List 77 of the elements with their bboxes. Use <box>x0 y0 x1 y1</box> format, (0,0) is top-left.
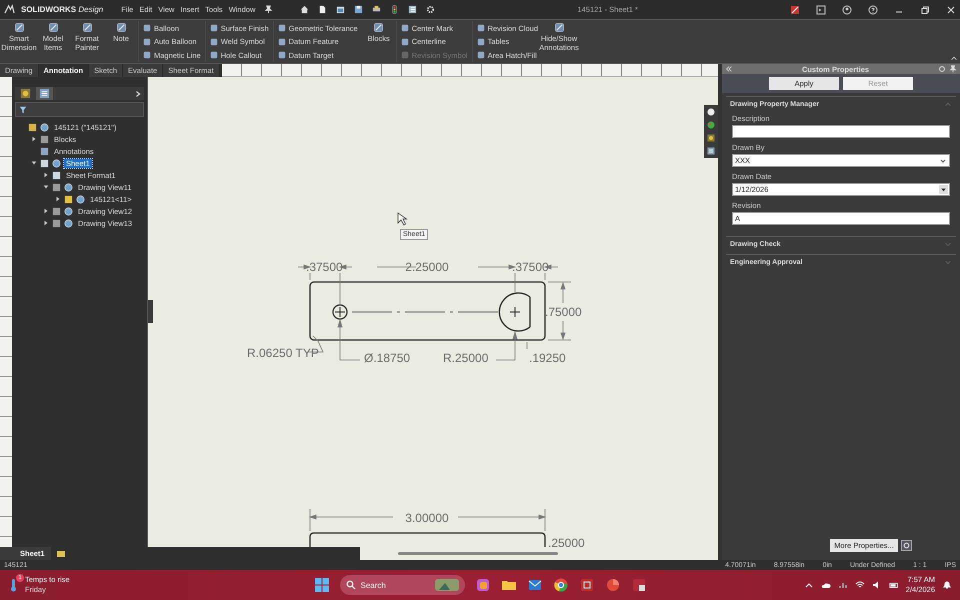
network-icon[interactable] <box>838 580 848 590</box>
chevron-right-icon[interactable] <box>134 90 142 98</box>
expander-icon[interactable] <box>43 208 49 214</box>
toolbar-icon <box>116 22 126 33</box>
windows-start-icon[interactable] <box>314 577 330 593</box>
app-icon[interactable] <box>474 577 490 593</box>
list-icon[interactable] <box>408 5 418 14</box>
wifi-icon[interactable] <box>854 580 865 590</box>
expander-icon[interactable] <box>31 136 37 142</box>
text-field[interactable] <box>732 125 950 138</box>
restore-icon[interactable] <box>920 4 930 14</box>
calendar-dropdown-icon[interactable] <box>939 185 948 194</box>
dimension-text: Ø.18750 <box>364 351 410 365</box>
help-icon[interactable] <box>868 4 878 14</box>
expander-icon[interactable] <box>43 184 49 190</box>
filter-icon <box>19 106 27 114</box>
palette-icon[interactable] <box>706 120 716 130</box>
cursor-icon <box>398 212 408 226</box>
app-icon[interactable] <box>630 577 646 593</box>
close-icon[interactable] <box>946 4 956 14</box>
print-icon[interactable] <box>372 5 382 14</box>
list-icon[interactable] <box>706 146 716 156</box>
expander-icon[interactable] <box>55 196 61 202</box>
browser-icon[interactable] <box>552 577 568 593</box>
notification-icon[interactable] <box>942 580 952 590</box>
dimension-text: R.25000 <box>443 351 488 365</box>
terminal-icon[interactable] <box>816 4 826 14</box>
collapse-icon[interactable] <box>950 54 958 62</box>
tree-node-icon <box>52 182 61 192</box>
dimension-text: R.06250 TYP <box>247 346 319 360</box>
toolbar-icon <box>14 22 24 33</box>
hole-drawing <box>332 304 348 320</box>
expander-icon[interactable] <box>43 172 49 178</box>
dimension-text: 2.25000 <box>405 260 449 274</box>
search-field[interactable]: Search <box>340 575 464 595</box>
logo-icon <box>4 4 15 15</box>
search-icon <box>346 580 356 590</box>
dimension-text: .37500 <box>306 260 343 274</box>
settings-icon[interactable] <box>900 540 912 551</box>
mail-icon[interactable] <box>526 577 542 593</box>
battery-icon[interactable] <box>888 580 899 590</box>
traffic-light-icon[interactable] <box>390 5 400 14</box>
expander-icon[interactable] <box>31 160 37 166</box>
expander-icon[interactable] <box>43 220 49 226</box>
new-document-icon[interactable] <box>318 5 328 14</box>
save-icon[interactable] <box>354 5 364 14</box>
tree-node-icon <box>40 146 49 156</box>
scrollbar-thumb[interactable] <box>398 552 558 555</box>
tree-node-icon <box>64 194 73 204</box>
dimension-text: 3.00000 <box>405 511 449 525</box>
tree-node-icon <box>52 206 61 216</box>
app-icon[interactable] <box>578 577 594 593</box>
user-icon[interactable] <box>842 4 852 14</box>
pen-icon[interactable] <box>790 4 800 14</box>
app-logo: SOLIDWORKS Design <box>21 5 104 14</box>
tree-node-icon <box>28 122 37 132</box>
open-folder-icon[interactable] <box>336 5 346 14</box>
dimension-text: .37500 <box>512 260 549 274</box>
property-tab-icon[interactable] <box>36 87 53 100</box>
toolbar-icon <box>48 22 58 33</box>
toolbar-icon <box>373 22 384 33</box>
landscape-icon <box>434 579 458 591</box>
dimension-text: .75000 <box>545 305 582 319</box>
toolbar-icon <box>82 22 92 33</box>
tree-node-icon <box>40 134 49 144</box>
slot-drawing <box>498 292 530 332</box>
home-icon[interactable] <box>300 5 310 14</box>
toolbar-icon <box>554 22 565 33</box>
tree-node-icon <box>52 170 61 180</box>
caret-icon <box>939 156 947 164</box>
pin-icon[interactable] <box>264 5 274 14</box>
collapse-left-icon[interactable] <box>725 65 733 73</box>
tree-node-icon <box>52 218 61 228</box>
tree-node-icon <box>40 158 49 168</box>
filter-field[interactable] <box>15 102 144 117</box>
dimension-text: .19250 <box>529 351 566 365</box>
dimension-text: .25000 <box>548 536 585 547</box>
